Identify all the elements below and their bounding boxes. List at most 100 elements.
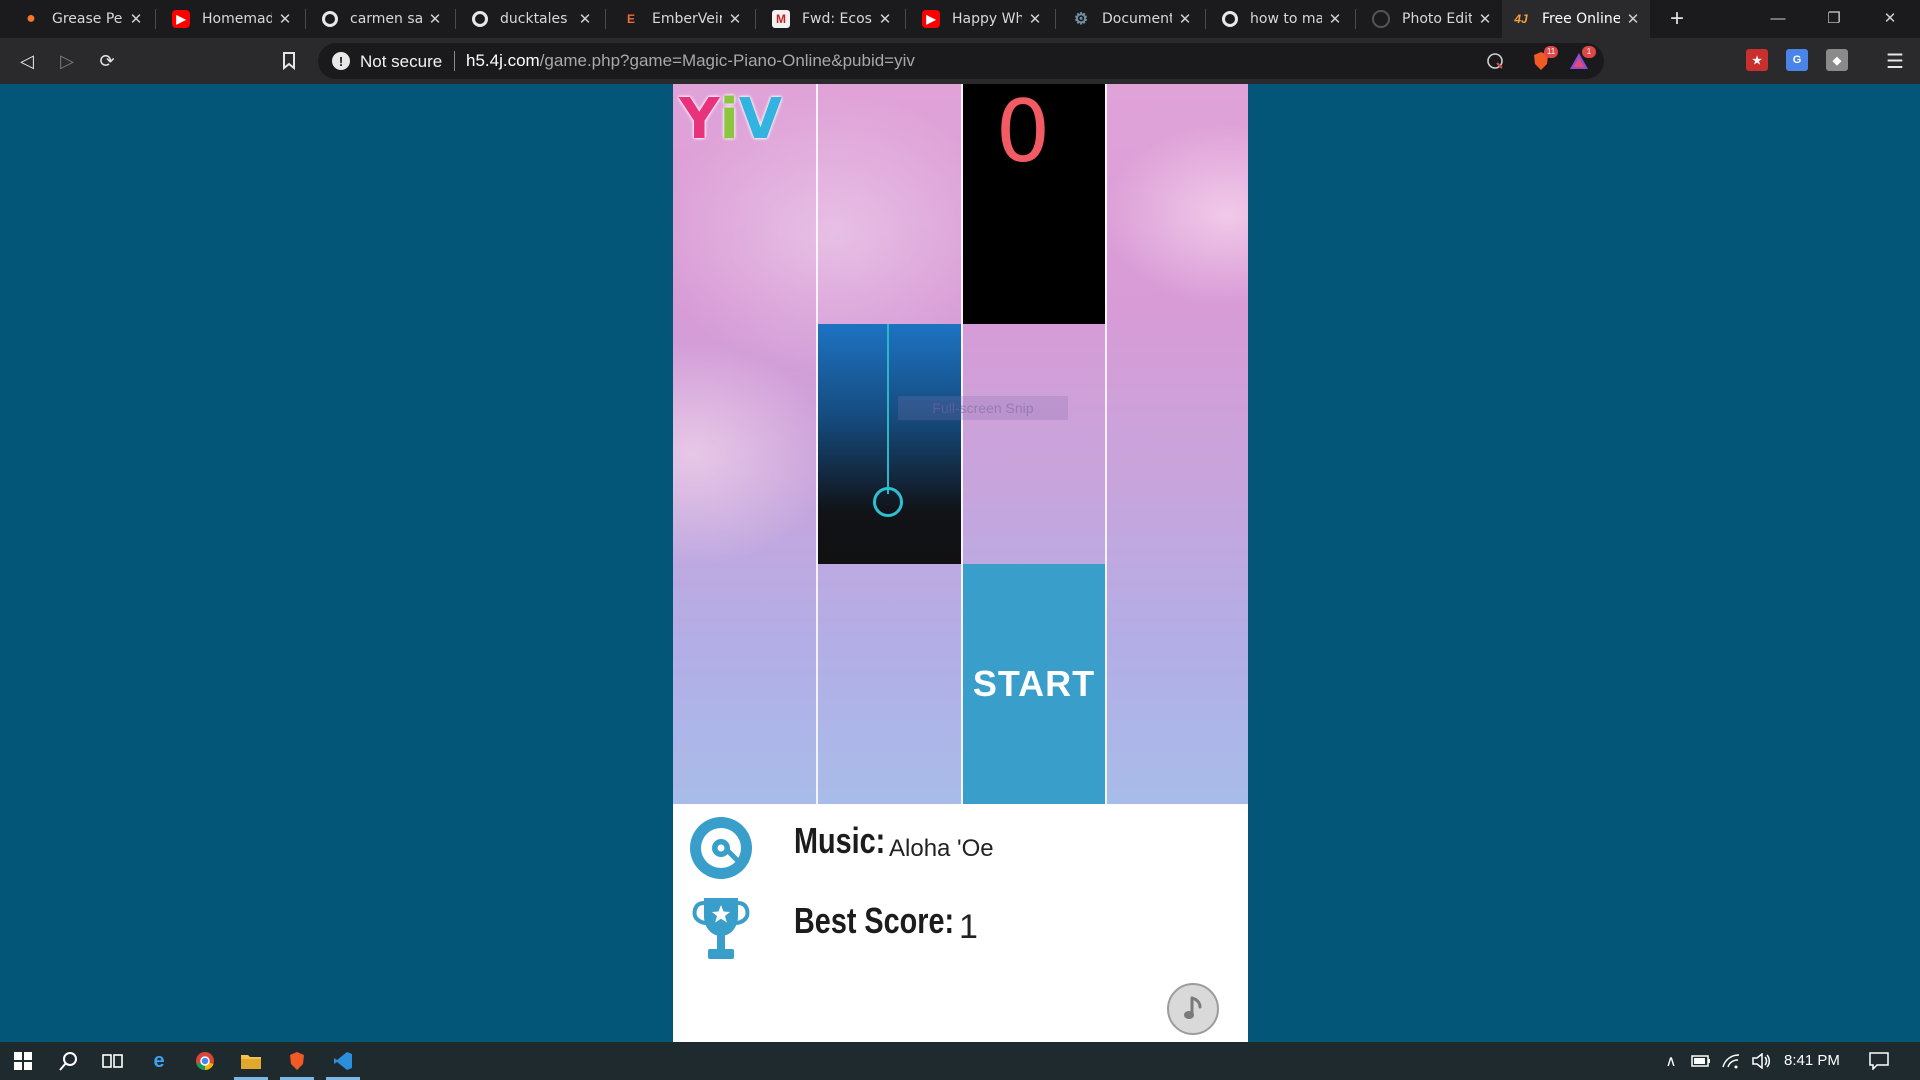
menu-icon[interactable]: ☰ [1880,46,1910,76]
brave-shield-icon[interactable]: 11 [1530,46,1558,72]
brave-rewards-icon[interactable]: 1 [1568,46,1596,72]
battery-icon[interactable] [1690,1051,1712,1071]
restore-button[interactable]: ❐ [1806,0,1862,36]
google-icon [322,11,338,27]
tab-title: Fwd: Ecosia [802,11,872,27]
cast-icon[interactable] [1484,50,1506,72]
tab-grease-pencil[interactable]: ● Grease Penc ✕ [12,0,153,38]
tab-free-online-active[interactable]: 4J Free Online ✕ [1502,0,1650,38]
music-note-icon [1184,996,1202,1019]
logo-letter: i [719,87,739,152]
tab-ducktales[interactable]: ducktales - ✕ [462,0,602,38]
tab-divider [455,9,456,29]
tab-homemade[interactable]: ▶ Homemade ✕ [162,0,302,38]
tab-divider [1205,9,1206,29]
piano-tile-hold[interactable] [818,324,961,564]
url-text[interactable]: h5.4j.com/game.php?game=Magic-Piano-Onli… [466,51,915,71]
best-score-label: Best Score: [794,900,955,941]
close-icon[interactable]: ✕ [728,10,742,28]
close-icon[interactable]: ✕ [129,10,143,28]
youtube-icon: ▶ [172,10,190,28]
start-label: START [972,663,1096,704]
tab-carmen-sandiego[interactable]: carmen san ✕ [312,0,452,38]
shield-count-badge: 11 [1544,46,1558,58]
magic-piano-game[interactable]: Full-screen Snip START YiV 0 [673,84,1248,804]
tab-title: Documenta [1102,11,1172,27]
brave-browser-icon[interactable] [274,1042,320,1080]
tab-divider [155,9,156,29]
notification-center-icon[interactable] [1868,1051,1890,1071]
close-icon[interactable]: ✕ [1626,10,1640,28]
photo-editor-icon [1372,10,1390,28]
music-label: Music: [794,820,886,861]
google-translate-icon[interactable]: G [1786,49,1808,71]
reload-button[interactable]: ⟳ [92,46,122,76]
tab-documentation[interactable]: ⚙ Documenta ✕ [1062,0,1202,38]
tab-title: EmberVein [652,11,722,27]
music-disc-icon [690,817,752,879]
close-icon[interactable]: ✕ [878,10,892,28]
taskbar-clock[interactable]: 8:41 PM [1784,1052,1840,1069]
new-tab-button[interactable]: + [1662,4,1692,34]
edge-icon[interactable]: e [136,1042,182,1080]
close-icon[interactable]: ✕ [1328,10,1342,28]
music-title: Aloha 'Oe [889,835,994,862]
chrome-icon[interactable] [182,1042,228,1080]
tab-title: ducktales - [500,11,572,27]
tab-title: Homemade [202,11,272,27]
tab-title: Photo Edito [1402,11,1472,27]
close-icon[interactable]: ✕ [278,10,292,28]
song-info-panel: Music: Aloha 'Oe Best Score: 1 [673,804,1248,1042]
score-counter: 0 [995,84,1051,182]
tab-title: how to mak [1250,11,1322,27]
back-button[interactable]: ◁ [12,46,42,76]
music-toggle-button[interactable] [1167,983,1219,1035]
google-icon [1222,11,1238,27]
hold-ring-icon [873,487,903,517]
close-window-button[interactable]: ✕ [1862,0,1918,36]
best-score-value: 1 [959,908,978,946]
gear-icon: ⚙ [1073,11,1089,28]
url-host: h5.4j.com [466,51,540,70]
google-icon [472,11,488,27]
close-icon[interactable]: ✕ [428,10,442,28]
info-icon[interactable]: ! [332,52,350,70]
windows-start-icon[interactable] [0,1042,46,1080]
omnibox-divider [454,51,455,71]
tab-happy-wheels[interactable]: ▶ Happy Whe ✕ [912,0,1052,38]
volume-icon[interactable] [1750,1051,1772,1071]
security-label[interactable]: Not secure [360,52,442,72]
tab-divider [605,9,606,29]
tab-divider [755,9,756,29]
bookmark-icon[interactable] [274,46,304,76]
blender-icon: ● [26,10,36,27]
extension-star-icon[interactable]: ★ [1746,49,1768,71]
tab-title: Grease Penc [52,11,123,27]
tab-fwd-ecosia[interactable]: M Fwd: Ecosia ✕ [762,0,902,38]
tab-how-to-make[interactable]: how to mak ✕ [1212,0,1352,38]
file-explorer-icon[interactable] [228,1042,274,1080]
close-icon[interactable]: ✕ [1028,10,1042,28]
tab-title: Happy Whe [952,11,1022,27]
address-bar[interactable]: ! Not secure h5.4j.com/game.php?game=Mag… [318,43,1604,79]
wifi-icon[interactable] [1720,1051,1742,1071]
gmail-icon: M [772,10,790,28]
tab-divider [305,9,306,29]
tab-photo-editor[interactable]: Photo Edito ✕ [1362,0,1502,38]
search-icon[interactable] [46,1042,92,1080]
lane-divider [1105,84,1107,804]
start-button[interactable]: START [963,564,1105,804]
yiv-logo[interactable]: YiV [679,86,782,148]
close-icon[interactable]: ✕ [578,10,592,28]
vscode-icon[interactable] [320,1042,366,1080]
close-icon[interactable]: ✕ [1178,10,1192,28]
chevron-up-icon[interactable]: ∧ [1660,1051,1682,1071]
hold-track-line [887,324,889,494]
close-icon[interactable]: ✕ [1478,10,1492,28]
tab-title: carmen san [350,11,422,27]
task-view-icon[interactable] [90,1042,136,1080]
tab-embervein[interactable]: E EmberVein ✕ [612,0,752,38]
extension-puzzle-icon[interactable]: ◆ [1826,49,1848,71]
forward-button[interactable]: ▷ [52,46,82,76]
minimize-button[interactable]: — [1750,0,1806,36]
